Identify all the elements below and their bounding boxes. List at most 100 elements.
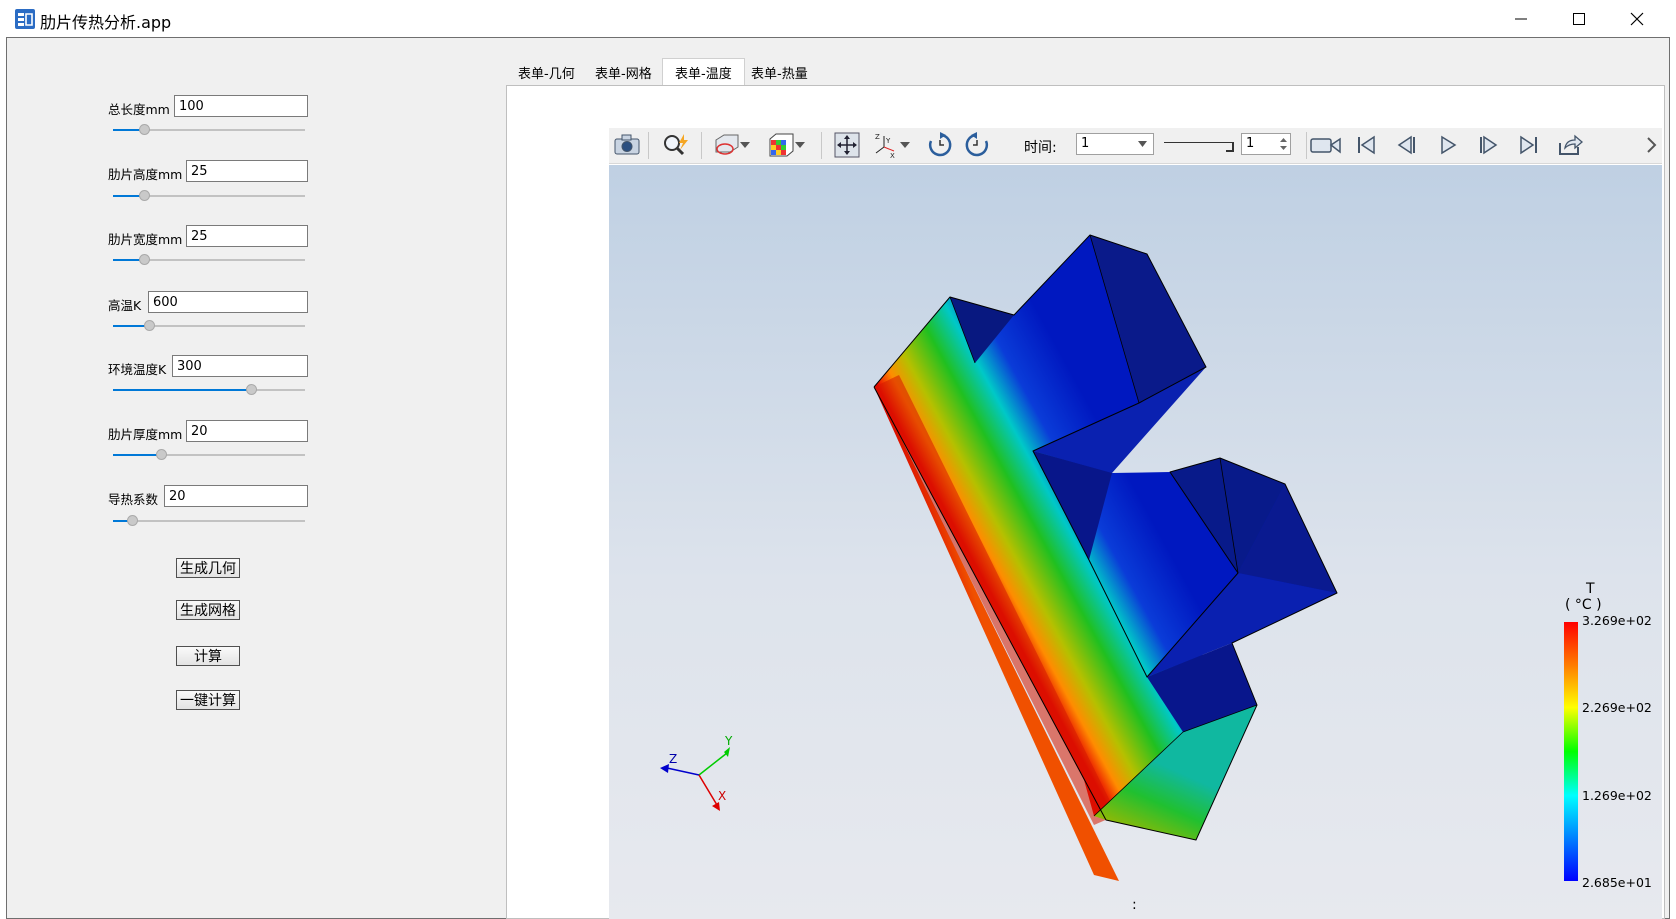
window-title: 肋片传热分析.app — [40, 13, 172, 32]
tab-temperature[interactable]: 表单-温度 — [662, 58, 745, 86]
app-icon — [15, 9, 35, 29]
play-icon — [1441, 135, 1457, 155]
frame-slider[interactable] — [1164, 140, 1234, 152]
last-frame-icon — [1520, 135, 1537, 155]
maximize-icon — [1573, 12, 1585, 25]
play-button[interactable] — [1433, 131, 1463, 159]
chevron-down-icon — [740, 142, 750, 148]
maximize-button[interactable] — [1550, 0, 1608, 37]
ambient-temp-input[interactable] — [172, 355, 308, 377]
export-button[interactable] — [1555, 131, 1585, 159]
fit-icon — [834, 132, 860, 158]
view-mode-dropdown[interactable] — [737, 131, 753, 159]
toolbar-separator — [821, 132, 822, 159]
fin-width-label: 肋片宽度mm — [108, 232, 183, 247]
fin-height-input[interactable] — [186, 160, 308, 182]
generate-geometry-button[interactable]: 生成几何 — [176, 558, 240, 578]
tab-mesh[interactable]: 表单-网格 — [583, 60, 664, 85]
fin-height-label: 肋片高度mm — [108, 167, 183, 182]
generate-mesh-button[interactable]: 生成网格 — [176, 600, 240, 620]
svg-text:Z: Z — [875, 133, 880, 141]
fin-model[interactable]: Y Z X — [609, 165, 1662, 919]
last-frame-button[interactable] — [1514, 131, 1544, 159]
frame-slider-handle[interactable] — [1226, 142, 1234, 152]
slider-fill — [113, 454, 161, 456]
toolbar-overflow-button[interactable] — [1645, 131, 1659, 159]
conductivity-slider[interactable] — [113, 515, 305, 526]
legend-tick-max: 3.269e+02 — [1582, 613, 1652, 628]
prev-frame-button[interactable] — [1392, 131, 1422, 159]
ambient-temp-slider[interactable] — [113, 384, 305, 395]
conductivity-input[interactable] — [164, 485, 308, 507]
slider-thumb[interactable] — [156, 449, 167, 460]
fin-width-input[interactable] — [186, 225, 308, 247]
first-frame-button[interactable] — [1351, 131, 1381, 159]
high-temp-label: 高温K — [108, 298, 142, 313]
fin-thickness-input[interactable] — [186, 420, 308, 442]
slider-thumb[interactable] — [138, 254, 150, 265]
y-axis-label: Y — [724, 734, 733, 748]
export-icon — [1559, 134, 1583, 155]
rotate-ccw-icon — [965, 132, 989, 157]
fit-view-button[interactable] — [832, 131, 862, 159]
legend-tick: 1.269e+02 — [1582, 788, 1652, 803]
frame-spinbox-value: 1 — [1246, 136, 1255, 151]
slider-thumb[interactable] — [138, 190, 150, 201]
toolbar-separator — [648, 132, 649, 159]
compute-button[interactable]: 计算 — [176, 646, 240, 666]
rotate-cw-button[interactable] — [925, 131, 955, 159]
axis-triad: Y Z X — [660, 734, 733, 811]
frame-slider-track — [1164, 142, 1234, 143]
next-frame-button[interactable] — [1473, 131, 1503, 159]
time-select[interactable]: 1 — [1076, 133, 1154, 155]
minimize-button[interactable] — [1492, 0, 1550, 37]
rotate-ccw-button[interactable] — [962, 131, 992, 159]
z-axis-arrow — [660, 764, 669, 773]
high-temp-input[interactable] — [148, 291, 308, 313]
zoom-icon — [664, 134, 688, 156]
record-button[interactable] — [1309, 131, 1343, 159]
first-frame-icon — [1358, 135, 1375, 155]
slider-fill — [113, 389, 252, 391]
chevron-down-icon — [900, 142, 910, 148]
tab-geometry[interactable]: 表单-几何 — [506, 60, 587, 85]
title-bar: 肋片传热分析.app — [0, 0, 1676, 37]
next-frame-icon — [1480, 135, 1498, 155]
colormap-dropdown[interactable] — [792, 131, 808, 159]
legend-tick: 2.269e+02 — [1582, 700, 1652, 715]
colormap-icon — [769, 133, 794, 157]
camera-icon — [614, 134, 640, 155]
minimize-icon — [1515, 18, 1527, 19]
tab-heat[interactable]: 表单-热量 — [739, 60, 820, 85]
render-viewport[interactable]: Y Z X T ( °C ) 3.269e+02 2.269e+02 1.269… — [609, 165, 1662, 919]
axes-icon: Z YX — [875, 133, 895, 159]
axes-dropdown[interactable] — [897, 131, 913, 159]
screenshot-button[interactable] — [612, 131, 642, 159]
close-button[interactable] — [1608, 0, 1666, 37]
x-axis-label: X — [718, 789, 726, 803]
legend-variable: T — [1586, 581, 1595, 597]
chevron-down-icon — [795, 142, 805, 148]
fin-thickness-slider[interactable] — [113, 449, 305, 460]
frame-spinbox[interactable]: 1 — [1241, 133, 1291, 155]
conductivity-label: 导热系数 — [108, 492, 159, 507]
legend-colorbar — [1564, 622, 1578, 881]
x-axis-line — [698, 774, 718, 806]
y-axis-line — [698, 752, 728, 776]
time-select-value: 1 — [1081, 136, 1090, 151]
ambient-temp-label: 环境温度K — [108, 362, 167, 377]
prev-frame-icon — [1397, 135, 1415, 155]
total-length-slider[interactable] — [113, 124, 305, 135]
z-axis-line — [666, 767, 700, 776]
fin-height-slider[interactable] — [113, 190, 305, 201]
total-length-input[interactable] — [174, 95, 308, 117]
fin-width-slider[interactable] — [113, 254, 305, 265]
zoom-button[interactable] — [661, 131, 691, 159]
one-click-compute-button[interactable]: 一键计算 — [176, 690, 240, 710]
time-label: 时间: — [1024, 140, 1057, 156]
slider-thumb[interactable] — [138, 124, 150, 135]
high-temp-slider[interactable] — [113, 320, 305, 331]
toolbar-separator — [1306, 132, 1307, 159]
chevron-down-icon — [1138, 141, 1147, 147]
spin-arrows-icon[interactable] — [1280, 137, 1287, 151]
